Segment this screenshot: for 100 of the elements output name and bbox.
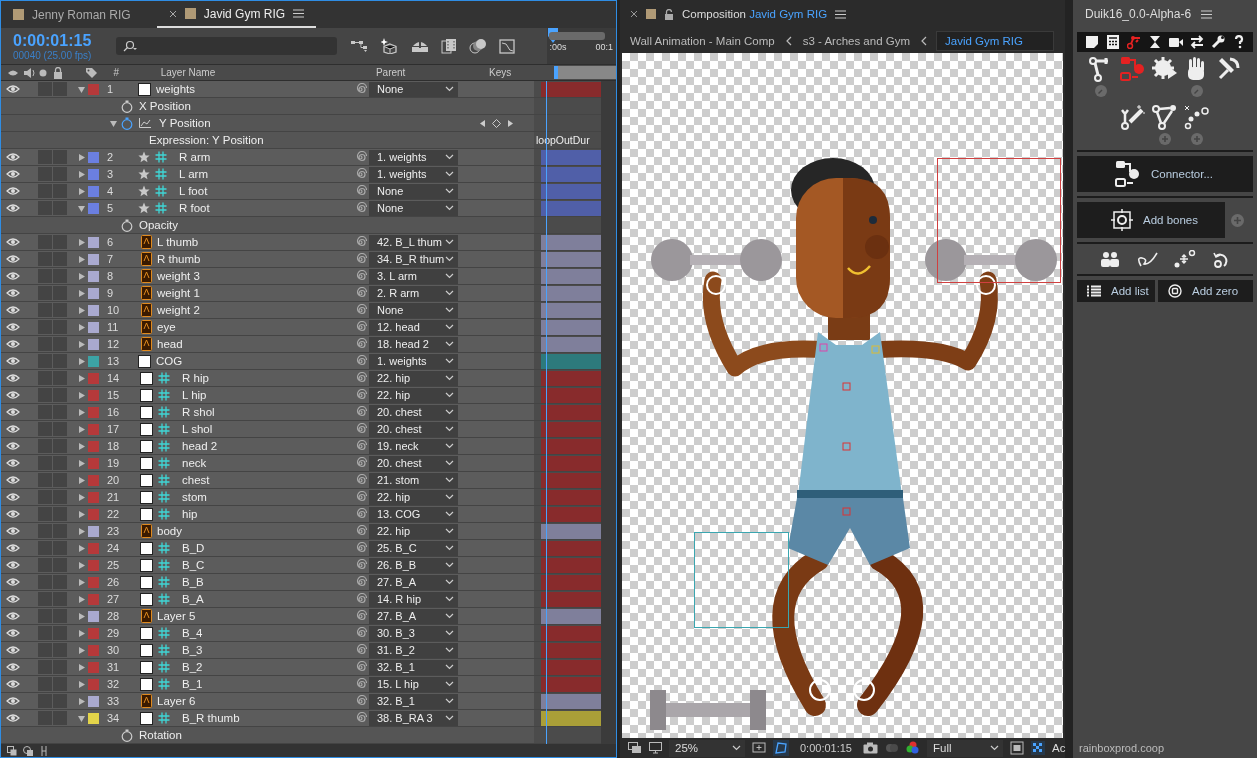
expand-arrow-icon[interactable]	[76, 526, 86, 536]
layer-name[interactable]: B_2	[182, 661, 203, 674]
label-color[interactable]	[88, 389, 99, 401]
chevron-icon[interactable]	[445, 409, 454, 416]
expand-arrow-icon[interactable]	[76, 407, 86, 417]
move-dots-icon[interactable]	[1174, 250, 1196, 268]
stopwatch-icon[interactable]	[121, 116, 133, 130]
parent-dropdown[interactable]: 15. L hip	[369, 676, 458, 692]
switch-toggle[interactable]	[38, 303, 52, 318]
overlap-icon[interactable]	[23, 745, 33, 756]
parent-dropdown[interactable]: 32. B_1	[369, 659, 458, 675]
hammer-icon[interactable]	[1216, 56, 1242, 82]
chevron-icon[interactable]	[445, 392, 454, 399]
eye-icon[interactable]	[6, 526, 20, 537]
label-color[interactable]	[88, 508, 99, 520]
character-rig-drawing[interactable]	[650, 158, 1061, 730]
wrench-icon[interactable]	[1210, 35, 1225, 49]
connector-button[interactable]: Connector...	[1077, 156, 1253, 192]
column-header[interactable]: #	[113, 67, 120, 79]
layer-name[interactable]: weight 3	[157, 270, 200, 283]
monitor-icon[interactable]	[649, 742, 662, 754]
plus-icon[interactable]	[1231, 213, 1244, 227]
parent-dropdown[interactable]: None	[369, 81, 458, 97]
label-color[interactable]	[88, 151, 99, 163]
layer-bar[interactable]	[541, 608, 601, 624]
wand-icon[interactable]	[1120, 104, 1146, 130]
expand-arrow-icon[interactable]	[76, 356, 86, 366]
parent-dropdown[interactable]: 26. B_B	[369, 557, 458, 573]
parent-dropdown[interactable]: 31. B_2	[369, 642, 458, 658]
switch-toggle[interactable]	[53, 524, 67, 539]
expand-arrow-icon[interactable]	[76, 696, 86, 706]
eye-icon[interactable]	[6, 713, 20, 724]
switch-toggle[interactable]	[53, 439, 67, 454]
parent-dropdown[interactable]: 12. head	[369, 319, 458, 335]
layer-name[interactable]: weight 1	[157, 287, 200, 300]
close-icon[interactable]	[630, 10, 638, 18]
expand-arrow-icon[interactable]	[76, 322, 86, 332]
next-keyframe-icon[interactable]	[507, 118, 514, 128]
layer-name[interactable]: L foot	[179, 185, 208, 198]
breadcrumb[interactable]: s3 - Arches and Gym	[800, 31, 913, 50]
eye-icon[interactable]	[6, 339, 20, 350]
chevron-icon[interactable]	[445, 647, 454, 654]
switch-toggle[interactable]	[38, 575, 52, 590]
chevron-icon[interactable]	[445, 273, 454, 280]
previous-keyframe-icon[interactable]	[479, 118, 486, 128]
note-icon[interactable]	[1084, 35, 1099, 49]
layer-name[interactable]: neck	[182, 457, 207, 470]
chevron-icon[interactable]	[445, 545, 454, 552]
parent-dropdown[interactable]: 38. B_RA 3	[369, 710, 458, 726]
layer-name[interactable]: body	[157, 525, 182, 538]
label-color[interactable]	[88, 168, 99, 180]
switch-toggle[interactable]	[53, 592, 67, 607]
label-color[interactable]	[88, 644, 99, 656]
switch-toggle[interactable]	[38, 473, 52, 488]
layer-name[interactable]: L thumb	[157, 236, 199, 249]
region-of-interest-icon[interactable]	[1010, 741, 1024, 755]
chevron-icon[interactable]	[445, 494, 454, 501]
eye-icon[interactable]	[6, 475, 20, 486]
label-color[interactable]	[88, 491, 99, 503]
expand-arrow-icon[interactable]	[76, 373, 86, 383]
switch-toggle[interactable]	[53, 694, 67, 709]
plus-icon[interactable]	[1159, 133, 1171, 145]
expand-arrow-icon[interactable]	[76, 305, 86, 315]
add-list-button[interactable]: Add list	[1077, 280, 1155, 302]
label-color[interactable]	[88, 270, 99, 282]
switch-toggle[interactable]	[38, 337, 52, 352]
switch-toggle[interactable]	[38, 439, 52, 454]
label-color[interactable]	[88, 236, 99, 248]
layer-name[interactable]: B_D	[182, 542, 205, 555]
switch-toggle[interactable]	[53, 337, 67, 352]
calculator-icon[interactable]	[1105, 35, 1120, 49]
expand-arrow-icon[interactable]	[76, 288, 86, 298]
label-color[interactable]	[88, 525, 99, 537]
switch-toggle[interactable]	[38, 524, 52, 539]
chevron-left-icon[interactable]	[921, 35, 928, 46]
comp-flow-icon[interactable]	[7, 745, 17, 756]
camera-icon[interactable]	[1168, 35, 1183, 49]
switch-toggle[interactable]	[53, 677, 67, 692]
timeline-tab[interactable]: Jenny Roman RIG	[1, 1, 143, 28]
parent-dropdown[interactable]: 18. head 2	[369, 336, 458, 352]
expand-arrow-icon[interactable]	[76, 679, 86, 689]
eye-icon[interactable]	[6, 577, 20, 588]
resolution-dropdown[interactable]: Full	[927, 739, 1003, 757]
switch-toggle[interactable]	[38, 507, 52, 522]
eye-icon[interactable]	[6, 509, 20, 520]
parent-dropdown[interactable]: 1. weights	[369, 353, 458, 369]
chevron-icon[interactable]	[445, 681, 454, 688]
eye-icon[interactable]	[6, 186, 20, 197]
switch-toggle[interactable]	[38, 592, 52, 607]
parent-dropdown[interactable]: 2. R arm	[369, 285, 458, 301]
mask-path-icon[interactable]	[773, 740, 789, 756]
chevron-icon[interactable]	[445, 188, 454, 195]
switch-toggle[interactable]	[53, 371, 67, 386]
switch-toggle[interactable]	[53, 303, 67, 318]
switch-toggle[interactable]	[38, 405, 52, 420]
label-color[interactable]	[88, 576, 99, 588]
switch-toggle[interactable]	[38, 371, 52, 386]
eye-icon[interactable]	[6, 492, 20, 503]
switch-toggle[interactable]	[38, 490, 52, 505]
switch-toggle[interactable]	[38, 150, 52, 165]
